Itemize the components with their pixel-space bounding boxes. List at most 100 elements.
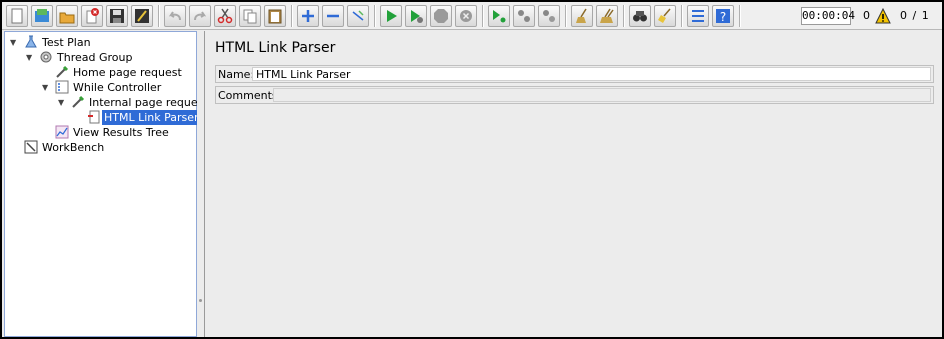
comments-input[interactable] xyxy=(273,88,931,102)
start-icon xyxy=(387,10,397,22)
function-helper-icon xyxy=(692,10,704,22)
close-button[interactable] xyxy=(81,5,103,27)
toolbar-separator xyxy=(739,5,741,27)
comments-label: Comments: xyxy=(218,89,282,102)
tree-item-label: HTML Link Parser xyxy=(102,110,201,125)
error-count: 0 xyxy=(863,9,870,22)
jmeter-window: ? 00:00:04 0 0 / 1 ▼ Test Plan ▼ Thread … xyxy=(2,2,942,337)
remote-shutdown-icon xyxy=(543,10,555,22)
toolbar-separator xyxy=(374,5,376,27)
redo-icon xyxy=(194,11,207,21)
undo-icon xyxy=(168,11,181,21)
toggle-icon xyxy=(352,10,364,21)
toolbar-separator xyxy=(681,5,683,27)
workbench-icon xyxy=(24,140,38,154)
start-no-pauses-button[interactable] xyxy=(405,5,427,27)
remote-stop-button[interactable] xyxy=(513,5,535,27)
comments-field-group: Comments: xyxy=(215,86,934,104)
save-as-icon xyxy=(135,9,149,23)
remote-stop-icon xyxy=(518,10,530,22)
cut-button[interactable] xyxy=(214,5,236,27)
elapsed-timer: 00:00:04 xyxy=(801,7,855,25)
expand-toggle-icon[interactable]: ▼ xyxy=(58,95,67,110)
splitter-grip-icon xyxy=(199,299,202,302)
paste-icon xyxy=(268,9,282,24)
tree-item-label: Home page request xyxy=(73,66,182,79)
toolbar-separator xyxy=(158,5,160,27)
expand-toggle-icon[interactable]: ▼ xyxy=(10,35,19,50)
undo-button[interactable] xyxy=(164,5,186,27)
reset-search-icon xyxy=(658,8,671,23)
listener-icon xyxy=(55,125,69,139)
cut-icon xyxy=(217,8,233,24)
clear-button[interactable] xyxy=(571,5,593,27)
redo-button[interactable] xyxy=(189,5,211,27)
stop-button[interactable] xyxy=(430,5,452,27)
name-input[interactable] xyxy=(252,67,931,81)
search-button[interactable] xyxy=(629,5,651,27)
tree-item-label: WorkBench xyxy=(42,141,105,154)
active-threads: 0 / 1 xyxy=(900,9,930,22)
copy-button[interactable] xyxy=(239,5,261,27)
thread-group-icon xyxy=(40,51,52,63)
clear-all-button[interactable] xyxy=(596,5,618,27)
search-icon xyxy=(633,11,647,22)
toolbar-separator xyxy=(623,5,625,27)
tree-item-label: While Controller xyxy=(73,81,162,94)
copy-icon xyxy=(243,9,257,24)
warning-icon[interactable] xyxy=(875,8,891,24)
remote-shutdown-button[interactable] xyxy=(538,5,560,27)
paste-button[interactable] xyxy=(264,5,286,27)
toolbar-separator xyxy=(291,5,293,27)
new-button[interactable] xyxy=(6,5,28,27)
toggle-button[interactable] xyxy=(347,5,369,27)
templates-button[interactable] xyxy=(31,5,53,27)
stop-icon xyxy=(434,9,448,23)
tree-item-label: View Results Tree xyxy=(73,126,169,139)
sampler-icon xyxy=(56,65,69,78)
help-icon: ? xyxy=(716,9,730,24)
remote-start-icon xyxy=(493,10,506,23)
shutdown-icon xyxy=(460,10,472,22)
clear-icon xyxy=(576,8,587,23)
expand-all-button[interactable] xyxy=(297,5,319,27)
toolbar-separator xyxy=(565,5,567,27)
help-button[interactable]: ? xyxy=(712,5,734,27)
svg-text:?: ? xyxy=(720,10,726,24)
new-icon xyxy=(11,8,23,24)
function-helper-button[interactable] xyxy=(687,5,709,27)
collapse-all-button[interactable] xyxy=(322,5,344,27)
shutdown-button[interactable] xyxy=(455,5,477,27)
templates-icon xyxy=(35,9,49,22)
tree-item-label: Internal page request xyxy=(89,96,208,109)
save-button[interactable] xyxy=(106,5,128,27)
element-detail-panel: HTML Link Parser Name: Comments: xyxy=(204,31,940,337)
expand-toggle-icon[interactable]: ▼ xyxy=(42,80,51,95)
save-as-button[interactable] xyxy=(131,5,153,27)
name-field-group: Name: xyxy=(215,65,934,83)
tree-item-label: Thread Group xyxy=(57,51,133,64)
reset-search-button[interactable] xyxy=(654,5,676,27)
expand-all-icon xyxy=(302,10,314,22)
save-icon xyxy=(110,9,124,23)
test-plan-icon xyxy=(25,35,37,48)
name-label: Name: xyxy=(218,68,255,81)
panel-splitter[interactable] xyxy=(197,31,204,337)
close-icon xyxy=(86,8,99,24)
start-no-pauses-icon xyxy=(411,10,423,23)
open-icon xyxy=(59,12,75,24)
clear-all-icon xyxy=(600,8,614,23)
sampler-icon xyxy=(72,95,85,108)
open-button[interactable] xyxy=(56,5,78,27)
controller-icon xyxy=(55,80,69,94)
preprocessor-icon xyxy=(88,110,100,124)
collapse-all-icon xyxy=(327,14,339,18)
remote-start-button[interactable] xyxy=(488,5,510,27)
expand-toggle-icon[interactable]: ▼ xyxy=(26,50,35,65)
toolbar: ? 00:00:04 0 0 / 1 xyxy=(2,2,942,30)
test-plan-tree: ▼ Test Plan ▼ Thread Group Home page req… xyxy=(4,31,208,337)
toolbar-separator xyxy=(482,5,484,27)
page-title: HTML Link Parser xyxy=(215,40,336,56)
tree-item-label: Test Plan xyxy=(42,36,91,49)
start-button[interactable] xyxy=(380,5,402,27)
